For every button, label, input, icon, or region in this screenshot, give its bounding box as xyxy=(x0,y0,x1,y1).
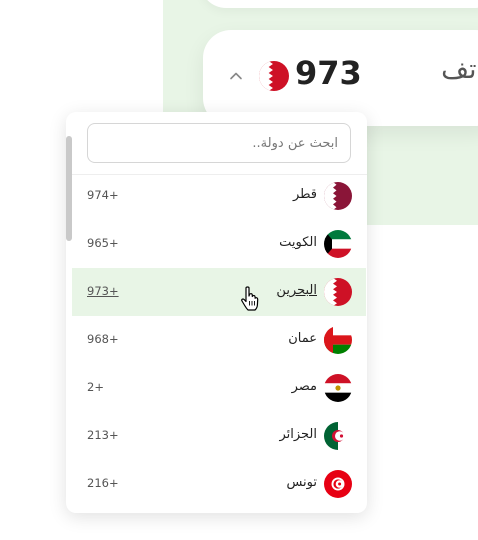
country-item-qatar[interactable]: قطر 974+ xyxy=(72,172,366,220)
country-name: عمان xyxy=(288,331,317,346)
bahrain-flag-icon xyxy=(324,278,352,306)
tunisia-flag-icon xyxy=(324,470,352,498)
country-item-tunisia[interactable]: تونس 216+ xyxy=(72,460,366,508)
country-name: الجزائر xyxy=(279,427,317,442)
country-dial-code: 973+ xyxy=(87,284,119,298)
phone-field-label: هاتف xyxy=(441,54,478,85)
country-search-input[interactable] xyxy=(88,124,350,162)
country-dial-code: 974+ xyxy=(87,188,119,202)
country-name: قطر xyxy=(292,187,317,202)
chevron-up-icon[interactable] xyxy=(229,69,243,83)
qatar-flag-icon xyxy=(324,182,352,210)
country-name: البحرين xyxy=(276,283,317,298)
bahrain-flag-icon[interactable] xyxy=(259,61,289,91)
previous-field[interactable] xyxy=(200,0,478,8)
country-dial-code: 216+ xyxy=(87,476,119,490)
country-item-oman[interactable]: عمان 968+ xyxy=(72,316,366,364)
kuwait-flag-icon xyxy=(324,230,352,258)
page: هاتف 973 xyxy=(0,0,478,540)
phone-country-code: 973 xyxy=(295,54,362,92)
country-dropdown: قطر 974+ الكويت 965+ xyxy=(66,112,367,513)
hand-pointer-cursor-icon xyxy=(241,286,259,311)
country-name: الكويت xyxy=(279,235,317,250)
country-item-bahrain[interactable]: البحرين 973+ xyxy=(72,268,366,316)
country-list: قطر 974+ الكويت 965+ البحرين 973+ عمان 9… xyxy=(72,172,366,508)
country-name: تونس xyxy=(286,475,317,490)
country-name: مصر xyxy=(291,379,317,394)
algeria-flag-icon xyxy=(324,422,352,450)
country-item-kuwait[interactable]: الكويت 965+ xyxy=(72,220,366,268)
oman-flag-icon xyxy=(324,326,352,354)
country-dial-code: 2+ xyxy=(87,380,104,394)
country-item-algeria[interactable]: الجزائر 213+ xyxy=(72,412,366,460)
country-dial-code: 213+ xyxy=(87,428,119,442)
country-search-box[interactable] xyxy=(87,123,351,163)
country-dial-code: 965+ xyxy=(87,236,119,250)
country-dial-code: 968+ xyxy=(87,332,119,346)
country-item-egypt[interactable]: مصر 2+ xyxy=(72,364,366,412)
egypt-flag-icon xyxy=(324,374,352,402)
